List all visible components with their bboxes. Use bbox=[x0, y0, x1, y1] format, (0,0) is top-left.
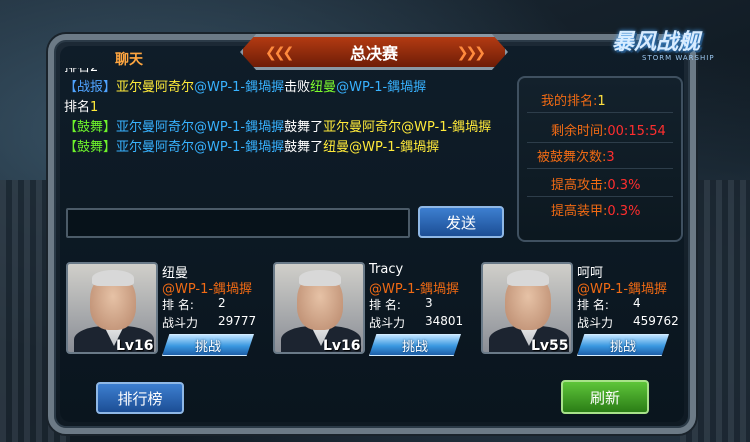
armor-stat: 提高装甲:0.3% bbox=[551, 200, 640, 219]
attack-label: 提高攻击: bbox=[551, 178, 608, 193]
right-arrows-icon: ❯❯❯ bbox=[456, 45, 486, 61]
stats-panel: 我的排名:1 剩余时间:00:15:54 被鼓舞次数:3 提高攻击:0.3% 提… bbox=[517, 76, 683, 242]
left-arrows-icon: ❮❮❮ bbox=[265, 45, 294, 61]
rank-label: 排 名: bbox=[577, 298, 609, 312]
rank-row: 排 名: 3 bbox=[369, 296, 433, 313]
chat-message: 排名1 bbox=[64, 99, 508, 116]
time-label: 剩余时间: bbox=[551, 124, 608, 139]
challenge-button[interactable]: 挑战 bbox=[577, 334, 669, 356]
chat-message: 【鼓舞】亚尔曼阿奇尔@WP-1-鍝堝搱鼓舞了亚尔曼阿奇尔@WP-1-鍝堝搱 bbox=[64, 119, 508, 136]
chat-text: 亚尔曼阿奇尔@WP-1-鍝堝搱 bbox=[323, 120, 492, 135]
power-value: 29777 bbox=[218, 314, 257, 328]
refresh-button[interactable]: 刷新 bbox=[561, 380, 649, 414]
armor-label: 提高装甲: bbox=[551, 204, 608, 219]
power-value: 459762 bbox=[633, 314, 679, 328]
inspire-value: 3 bbox=[606, 150, 615, 165]
inspire-label: 被鼓舞次数: bbox=[537, 150, 607, 165]
avatar[interactable]: Lv16 bbox=[66, 262, 158, 354]
chat-text: @WP-1-鍝堝搱 bbox=[194, 120, 285, 135]
divider bbox=[527, 142, 673, 143]
chat-text: @WP-1-鍝堝搱 bbox=[336, 80, 427, 95]
level-badge: Lv55 bbox=[531, 338, 569, 354]
divider bbox=[527, 112, 673, 113]
game-logo: 暴风战舰 STORM WARSHIP bbox=[600, 8, 720, 68]
rank-row: 排 名: 4 bbox=[577, 296, 641, 313]
chat-log[interactable]: 排名2【战报】亚尔曼阿奇尔@WP-1-鍝堝搱击败纽曼@WP-1-鍝堝搱排名1【鼓… bbox=[64, 68, 508, 200]
chat-text: 排名2 bbox=[64, 68, 98, 75]
power-row: 战斗力 34801 bbox=[369, 314, 463, 331]
opponent-name: Tracy bbox=[369, 262, 404, 277]
chat-text: 鼓舞了 bbox=[284, 140, 324, 155]
chat-tag: 【鼓舞】 bbox=[64, 140, 117, 155]
chat-tag: 【战报】 bbox=[64, 80, 117, 95]
rank-value: 2 bbox=[218, 296, 226, 310]
my-rank-value: 1 bbox=[597, 94, 606, 109]
avatar[interactable]: Lv16 bbox=[273, 262, 365, 354]
chat-message: 排名2 bbox=[64, 68, 508, 76]
opponent-card: Lv16 纽曼 @WP-1-鍝堝搱 排 名: 2 战斗力 29777 挑战 bbox=[66, 262, 266, 360]
power-label: 战斗力 bbox=[369, 316, 406, 330]
opponent-card: Lv16 Tracy @WP-1-鍝堝搱 排 名: 3 战斗力 34801 挑战 bbox=[273, 262, 473, 360]
chat-text: 1 bbox=[90, 100, 99, 115]
chat-tag: 【鼓舞】 bbox=[64, 120, 117, 135]
divider bbox=[527, 196, 673, 197]
opponent-guild: @WP-1-鍝堝搱 bbox=[369, 282, 460, 297]
rank-row: 排 名: 2 bbox=[162, 296, 226, 313]
logo-subtitle: STORM WARSHIP bbox=[642, 54, 715, 62]
chat-text: 排名 bbox=[64, 100, 91, 115]
armor-value: 0.3% bbox=[607, 204, 641, 219]
my-rank-stat: 我的排名:1 bbox=[541, 90, 606, 109]
chat-message: 【鼓舞】亚尔曼阿奇尔@WP-1-鍝堝搱鼓舞了纽曼@WP-1-鍝堝搱 bbox=[64, 139, 508, 156]
rank-value: 4 bbox=[633, 296, 641, 310]
chat-label: 聊天 bbox=[115, 52, 143, 68]
power-row: 战斗力 459762 bbox=[577, 314, 679, 331]
page-title: 总决赛 bbox=[349, 44, 398, 63]
power-row: 战斗力 29777 bbox=[162, 314, 256, 331]
chat-text: 击败 bbox=[284, 80, 311, 95]
attack-stat: 提高攻击:0.3% bbox=[551, 174, 640, 193]
avatar[interactable]: Lv55 bbox=[481, 262, 573, 354]
chat-text: 鼓舞了 bbox=[284, 120, 324, 135]
chat-text: @WP-1-鍝堝搱 bbox=[194, 80, 285, 95]
inspire-stat: 被鼓舞次数:3 bbox=[537, 146, 615, 165]
leaderboard-button[interactable]: 排行榜 bbox=[96, 382, 184, 414]
level-badge: Lv16 bbox=[116, 338, 154, 354]
rank-label: 排 名: bbox=[162, 298, 194, 312]
challenge-button[interactable]: 挑战 bbox=[162, 334, 254, 356]
rank-value: 3 bbox=[425, 296, 433, 310]
challenge-button[interactable]: 挑战 bbox=[369, 334, 461, 356]
opponent-guild: @WP-1-鍝堝搱 bbox=[162, 282, 253, 297]
opponent-guild: @WP-1-鍝堝搱 bbox=[577, 282, 668, 297]
chat-message: 【战报】亚尔曼阿奇尔@WP-1-鍝堝搱击败纽曼@WP-1-鍝堝搱 bbox=[64, 79, 508, 96]
chat-text: @WP-1-鍝堝搱 bbox=[194, 140, 285, 155]
my-rank-label: 我的排名: bbox=[541, 94, 598, 109]
divider bbox=[527, 168, 673, 169]
chat-text: 亚尔曼阿奇尔 bbox=[116, 80, 195, 95]
rank-label: 排 名: bbox=[369, 298, 401, 312]
send-button[interactable]: 发送 bbox=[418, 206, 504, 238]
level-badge: Lv16 bbox=[323, 338, 361, 354]
chat-text: 亚尔曼阿奇尔 bbox=[116, 140, 195, 155]
title-banner: ❮❮❮ 总决赛 ❯❯❯ bbox=[240, 34, 508, 70]
power-label: 战斗力 bbox=[162, 316, 199, 330]
logo-text: 暴风战舰 bbox=[612, 30, 701, 55]
time-value: 00:15:54 bbox=[607, 124, 666, 139]
time-stat: 剩余时间:00:15:54 bbox=[551, 120, 666, 139]
chat-text: 纽曼 bbox=[310, 80, 337, 95]
opponent-card: Lv55 呵呵 @WP-1-鍝堝搱 排 名: 4 战斗力 459762 挑战 bbox=[481, 262, 681, 360]
power-value: 34801 bbox=[425, 314, 464, 328]
power-label: 战斗力 bbox=[577, 316, 614, 330]
attack-value: 0.3% bbox=[607, 178, 641, 193]
chat-text: 亚尔曼阿奇尔 bbox=[116, 120, 195, 135]
chat-input[interactable] bbox=[66, 208, 410, 238]
chat-text: 纽曼@WP-1-鍝堝搱 bbox=[323, 140, 440, 155]
